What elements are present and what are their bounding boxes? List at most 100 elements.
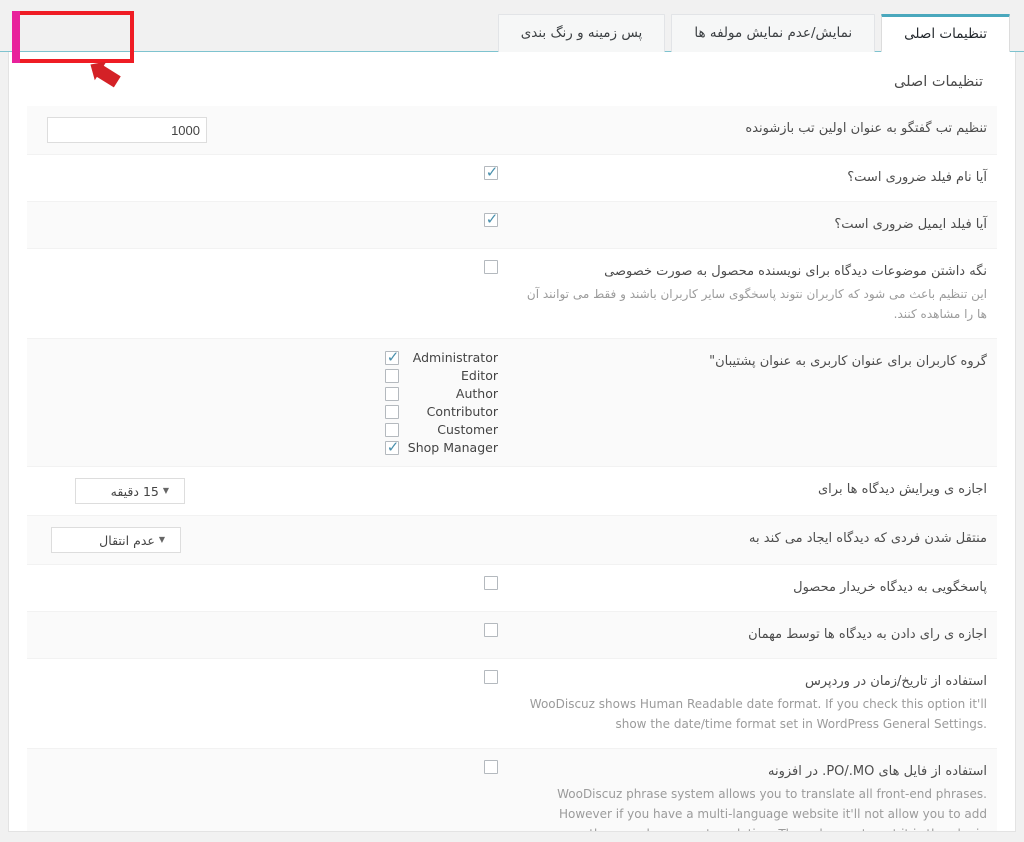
role-row-contributor[interactable]: Contributor xyxy=(385,404,498,419)
role-label-author: Author xyxy=(455,386,498,402)
setting-desc-private-comments: این تنظیم باعث می شود که کاربران نتوند پ… xyxy=(526,287,987,322)
po-mo-checkbox[interactable] xyxy=(484,760,498,775)
checkbox-wrapper xyxy=(37,576,498,591)
row-label-cell: اجازه ی رای دادن به دیدگاه ها توسط مهمان xyxy=(512,612,997,659)
redirect-select-value: عدم انتقال xyxy=(99,532,155,548)
setting-label-edit-time: اجازه ی ویرایش دیدگاه ها برای xyxy=(818,482,987,498)
checkbox-wrapper xyxy=(37,760,498,775)
setting-label-private-comments: نگه داشتن موضوعات دیدگاه برای نویسنده مح… xyxy=(604,264,987,280)
setting-desc-po-mo: WooDiscuz phrase system allows you to tr… xyxy=(554,787,987,831)
input-wrapper xyxy=(37,117,498,143)
role-checkbox-shop-manager[interactable] xyxy=(385,437,400,457)
setting-label-wp-datetime: استفاده از تاریخ/زمان در وردپرس xyxy=(804,674,987,690)
checkbox-wrapper xyxy=(37,260,498,275)
tab-show-hide-components-label: نمایش/عدم نمایش مولفه ها xyxy=(694,25,853,41)
role-row-editor[interactable]: Editor xyxy=(385,368,498,383)
setting-label-name-required: آیا نام فیلد ضروری است؟ xyxy=(847,170,987,185)
row-label-cell: استفاده از فایل های PO/.MO. در افزونه Wo… xyxy=(512,749,997,831)
role-checkbox-administrator[interactable] xyxy=(385,347,400,367)
row-field-cell xyxy=(27,202,512,249)
row-field-cell xyxy=(27,749,512,831)
table-row: آیا فیلد ایمیل ضروری است؟ xyxy=(27,201,997,249)
setting-label-redirect: منتقل شدن فردی که دیدگاه ایجاد می کند به xyxy=(749,531,987,547)
tab-bar: تنظیمات اصلی نمایش/عدم نمایش مولفه ها پس… xyxy=(0,14,1024,52)
row-label-cell: گروه کاربران برای عنوان کاربری به عنوان … xyxy=(512,339,997,467)
role-row-customer[interactable]: Customer xyxy=(385,422,498,437)
role-row-author[interactable]: Author xyxy=(385,386,498,401)
chevron-down-icon: ▼ xyxy=(158,535,165,545)
page-title: تنظیمات اصلی xyxy=(894,74,983,90)
setting-label-email-required: آیا فیلد ایمیل ضروری است؟ xyxy=(834,217,987,233)
role-checkbox-author[interactable] xyxy=(385,386,399,401)
row-field-cell xyxy=(27,565,512,612)
settings-table: تنظیم تب گفتگو به عنوان اولین تب بازشوند… xyxy=(27,106,997,831)
settings-panel: تنظیمات اصلی تنظیم تب گفتگو به عنوان اول… xyxy=(8,52,1016,832)
tab-main-settings-label: تنظیمات اصلی xyxy=(904,26,987,42)
row-label-cell: استفاده از تاریخ/زمان در وردپرس WooDiscu… xyxy=(512,659,997,749)
table-row: منتقل شدن فردی که دیدگاه ایجاد می کند به… xyxy=(27,515,997,565)
select-wrapper: ▼ عدم انتقال xyxy=(37,527,498,554)
row-label-cell: تنظیم تب گفتگو به عنوان اولین تب بازشوند… xyxy=(512,106,997,155)
row-field-cell xyxy=(27,249,512,339)
checkbox-wrapper xyxy=(37,623,498,638)
user-roles-list: Administrator Editor Author xyxy=(37,347,498,457)
edit-time-select-value: 15 دقیقه xyxy=(110,483,159,499)
private-comments-checkbox[interactable] xyxy=(484,260,498,275)
setting-desc-wp-datetime: WooDiscuz shows Human Readable date form… xyxy=(529,697,987,732)
checkbox-wrapper xyxy=(37,209,499,229)
row-label-cell: آیا فیلد ایمیل ضروری است؟ xyxy=(512,202,997,249)
table-row: اجازه ی ویرایش دیدگاه ها برای ▼ 15 دقیقه xyxy=(27,466,997,516)
row-label-cell: پاسخگویی به دیدگاه خریدار محصول xyxy=(512,565,997,612)
edit-time-select[interactable]: ▼ 15 دقیقه xyxy=(75,478,185,505)
row-label-cell: منتقل شدن فردی که دیدگاه ایجاد می کند به xyxy=(512,516,997,565)
guest-voting-checkbox[interactable] xyxy=(484,623,498,638)
setting-label-po-mo: استفاده از فایل های PO/.MO. در افزونه xyxy=(767,764,987,780)
role-checkbox-contributor[interactable] xyxy=(385,404,399,419)
role-checkbox-customer[interactable] xyxy=(385,422,399,437)
table-row: استفاده از تاریخ/زمان در وردپرس WooDiscu… xyxy=(27,658,997,749)
row-field-cell xyxy=(27,106,512,155)
checkbox-wrapper xyxy=(37,670,498,685)
tab-main-settings[interactable]: تنظیمات اصلی xyxy=(881,14,1010,52)
role-row-shop-manager[interactable]: Shop Manager xyxy=(385,437,498,457)
settings-page: تنظیمات اصلی نمایش/عدم نمایش مولفه ها پس… xyxy=(0,0,1024,842)
row-label-cell: آیا نام فیلد ضروری است؟ xyxy=(512,155,997,202)
tab-show-hide-components[interactable]: نمایش/عدم نمایش مولفه ها xyxy=(671,14,876,52)
table-row: نگه داشتن موضوعات دیدگاه برای نویسنده مح… xyxy=(27,248,997,339)
role-label-editor: Editor xyxy=(461,368,498,384)
row-label-cell: نگه داشتن موضوعات دیدگاه برای نویسنده مح… xyxy=(512,249,997,339)
table-row: استفاده از فایل های PO/.MO. در افزونه Wo… xyxy=(27,748,997,831)
setting-label-reply-buyer: پاسخگویی به دیدگاه خریدار محصول xyxy=(793,580,987,596)
row-field-cell xyxy=(27,612,512,659)
row-field-cell xyxy=(27,659,512,749)
chevron-down-icon: ▼ xyxy=(162,486,169,496)
name-required-checkbox[interactable] xyxy=(484,162,499,182)
setting-label-guest-voting: اجازه ی رای دادن به دیدگاه ها توسط مهمان xyxy=(748,627,987,643)
select-wrapper: ▼ 15 دقیقه xyxy=(37,478,498,505)
table-row: تنظیم تب گفتگو به عنوان اولین تب بازشوند… xyxy=(27,106,997,155)
role-row-administrator[interactable]: Administrator xyxy=(385,347,498,367)
tab-background-and-colors[interactable]: پس زمینه و رنگ بندی xyxy=(497,14,666,52)
row-field-cell: ▼ 15 دقیقه xyxy=(27,467,512,516)
role-label-customer: Customer xyxy=(437,422,498,438)
setting-label-first-tab: تنظیم تب گفتگو به عنوان اولین تب بازشوند… xyxy=(745,121,987,136)
email-required-checkbox[interactable] xyxy=(484,209,499,229)
table-row: آیا نام فیلد ضروری است؟ xyxy=(27,154,997,202)
reply-buyer-checkbox[interactable] xyxy=(484,576,498,591)
row-field-cell xyxy=(27,155,512,202)
table-row: گروه کاربران برای عنوان کاربری به عنوان … xyxy=(27,338,997,467)
wp-datetime-checkbox[interactable] xyxy=(484,670,498,685)
row-field-cell: ▼ عدم انتقال xyxy=(27,516,512,565)
row-field-cell: Administrator Editor Author xyxy=(27,339,512,467)
table-row: اجازه ی رای دادن به دیدگاه ها توسط مهمان xyxy=(27,611,997,659)
role-checkbox-editor[interactable] xyxy=(385,368,399,383)
checkbox-wrapper xyxy=(37,162,499,182)
role-label-shop-manager: Shop Manager xyxy=(407,440,498,456)
role-label-contributor: Contributor xyxy=(426,404,498,420)
tab-background-and-colors-label: پس زمینه و رنگ بندی xyxy=(520,25,643,41)
row-label-cell: اجازه ی ویرایش دیدگاه ها برای xyxy=(512,467,997,516)
settings-panel-inner: تنظیمات اصلی تنظیم تب گفتگو به عنوان اول… xyxy=(9,52,1015,831)
table-row: پاسخگویی به دیدگاه خریدار محصول xyxy=(27,564,997,612)
first-tab-value-input[interactable] xyxy=(47,117,207,143)
redirect-select[interactable]: ▼ عدم انتقال xyxy=(51,527,181,554)
